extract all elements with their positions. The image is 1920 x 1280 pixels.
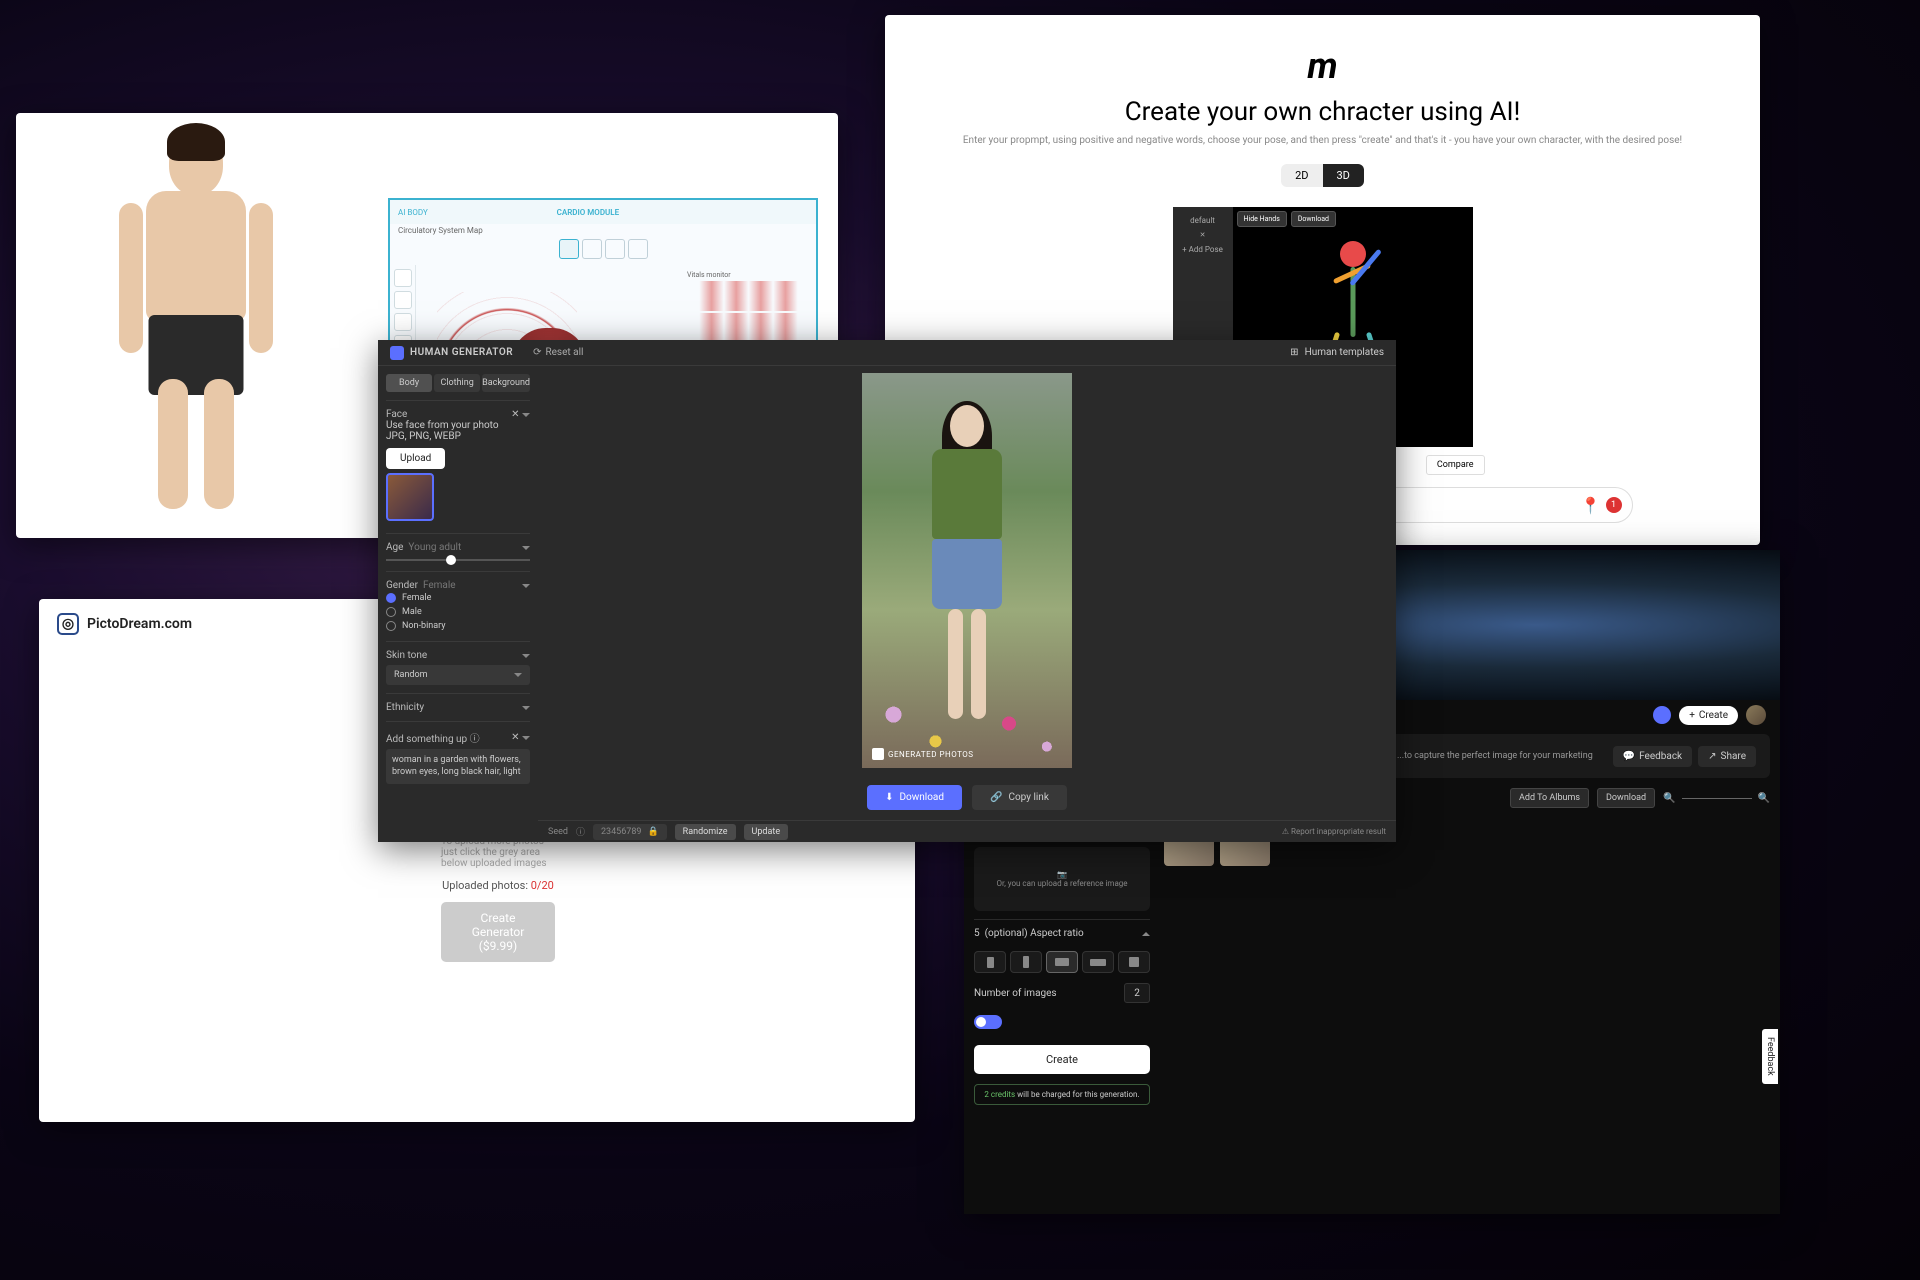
age-section[interactable]: Age Young adult (386, 542, 530, 553)
mage-logo: m (925, 45, 1720, 87)
add-to-albums-button[interactable]: Add To Albums (1510, 788, 1589, 808)
tool-2[interactable] (394, 291, 412, 309)
avatar[interactable] (1746, 705, 1766, 725)
feedback-button[interactable]: 💬Feedback (1613, 746, 1692, 767)
watermark: GENERATED PHOTOS (872, 748, 974, 760)
extra-section[interactable]: Add something up ⓘ✕ (386, 730, 530, 745)
stick-figure[interactable] (1340, 241, 1366, 267)
copy-link-button[interactable]: 🔗Copy link (972, 785, 1067, 810)
face-hint-2: JPG, PNG, WEBP (386, 431, 530, 442)
tab-3d[interactable]: 3D (1323, 164, 1364, 187)
pin-count-badge: 1 (1606, 497, 1622, 513)
skintone-select[interactable]: Random (386, 665, 530, 685)
tool-1[interactable] (394, 269, 412, 287)
credits-notice: 2 credits will be charged for this gener… (974, 1084, 1150, 1105)
pose-default[interactable]: default (1177, 213, 1229, 228)
age-slider[interactable] (386, 559, 530, 561)
module-title: CARDIO MODULE (428, 208, 748, 217)
download-button[interactable]: ⬇Download (867, 785, 962, 810)
gender-female[interactable]: Female (386, 591, 530, 605)
camera-icon: 📷 (1057, 870, 1067, 879)
zoom-out-icon[interactable]: 🔍 (1663, 793, 1675, 804)
create-generator-button[interactable]: Create Generator ($9.99) (441, 902, 555, 962)
human-templates-button[interactable]: ⊞Human templates (1290, 347, 1384, 358)
page-title: Create your own chracter using AI! (925, 97, 1720, 127)
update-button[interactable]: Update (744, 824, 789, 840)
view-icon-4[interactable] (628, 239, 648, 259)
human-figure (76, 123, 316, 523)
hg-brand: HUMAN GENERATOR (390, 346, 513, 360)
page-subtitle: Enter your propmpt, using positive and n… (925, 135, 1720, 146)
mode-tabs: 2D 3D (1281, 164, 1364, 187)
view-icon-3[interactable] (605, 239, 625, 259)
tab-body[interactable]: Body (386, 374, 432, 392)
pictodream-brand: PictoDream.com (87, 616, 192, 632)
ecg-wave-1 (687, 281, 810, 311)
num-images-input[interactable]: 2 (1124, 983, 1150, 1003)
skintone-section[interactable]: Skin tone (386, 650, 530, 661)
ratio-wide[interactable] (1082, 951, 1114, 973)
gender-section[interactable]: Gender Female (386, 580, 530, 591)
tab-2d[interactable]: 2D (1281, 164, 1322, 187)
seed-label: Seed (548, 827, 568, 837)
ratio-landscape[interactable] (1046, 951, 1078, 973)
add-pose-button[interactable]: + Add Pose (1177, 242, 1229, 257)
hide-hands-button[interactable]: Hide Hands (1237, 211, 1287, 227)
ethnicity-section[interactable]: Ethnicity (386, 702, 530, 713)
face-thumbnail[interactable] (386, 473, 434, 521)
randomize-button[interactable]: Randomize (675, 824, 736, 840)
panel-human-generator: HUMAN GENERATOR ⟳Reset all ⊞Human templa… (378, 340, 1396, 842)
generated-image[interactable]: GENERATED PHOTOS (862, 373, 1072, 768)
reference-upload[interactable]: 📷 Or, you can upload a reference image (974, 847, 1150, 911)
create-button[interactable]: Create (974, 1045, 1150, 1074)
upload-face-button[interactable]: Upload (386, 448, 445, 469)
tool-3[interactable] (394, 313, 412, 331)
share-button[interactable]: ↗Share (1698, 746, 1756, 767)
location-icon[interactable]: 📍 (1582, 496, 1600, 514)
seed-input[interactable]: 23456789🔒 (593, 824, 667, 840)
download-results-button[interactable]: Download (1597, 788, 1655, 808)
pose-default-x: ✕ (1177, 228, 1229, 242)
ecg-wave-2 (687, 313, 810, 343)
toggle-switch[interactable] (974, 1015, 1002, 1029)
zoom-control[interactable]: 🔍 🔍 (1663, 793, 1770, 804)
tab-clothing[interactable]: Clothing (434, 374, 480, 392)
feedback-tab[interactable]: Feedback (1762, 1029, 1778, 1084)
create-chip[interactable]: +Create (1679, 706, 1738, 725)
ratio-tall[interactable] (1010, 951, 1042, 973)
gender-nonbinary[interactable]: Non-binary (386, 619, 530, 633)
compare-button[interactable]: Compare (1426, 455, 1485, 475)
report-link[interactable]: ⚠ Report inappropriate result (1282, 827, 1386, 836)
tab-background[interactable]: Background (482, 374, 530, 392)
extra-prompt-input[interactable]: woman in a garden with flowers, brown ey… (386, 749, 530, 784)
view-icon-1[interactable] (559, 239, 579, 259)
app-icon (1653, 706, 1671, 724)
ratio-square[interactable] (1118, 951, 1150, 973)
vitals-label: Vitals monitor (687, 271, 810, 279)
preview-viewport: GENERATED PHOTOS (538, 366, 1396, 775)
reset-all-button[interactable]: ⟳Reset all (533, 347, 583, 358)
view-icon-2[interactable] (582, 239, 602, 259)
zoom-in-icon[interactable]: 🔍 (1758, 793, 1770, 804)
pictodream-logo-icon: ◎ (57, 613, 79, 635)
map-subtitle: Circulatory System Map (398, 226, 483, 235)
ai-body-brand: AI BODY (398, 208, 428, 217)
face-section-header[interactable]: Face✕ (386, 409, 530, 420)
num-images-label: Number of images (974, 988, 1057, 999)
face-hint-1: Use face from your photo (386, 420, 530, 431)
download-pose-button[interactable]: Download (1291, 211, 1336, 227)
gender-male[interactable]: Male (386, 605, 530, 619)
ratio-portrait[interactable] (974, 951, 1006, 973)
aspect-ratio-section[interactable]: 5 (optional) Aspect ratio (974, 919, 1150, 947)
settings-sidebar: Body Clothing Background Face✕ Use face … (378, 366, 538, 842)
upload-counter: Uploaded photos: 0/20 (441, 879, 555, 892)
